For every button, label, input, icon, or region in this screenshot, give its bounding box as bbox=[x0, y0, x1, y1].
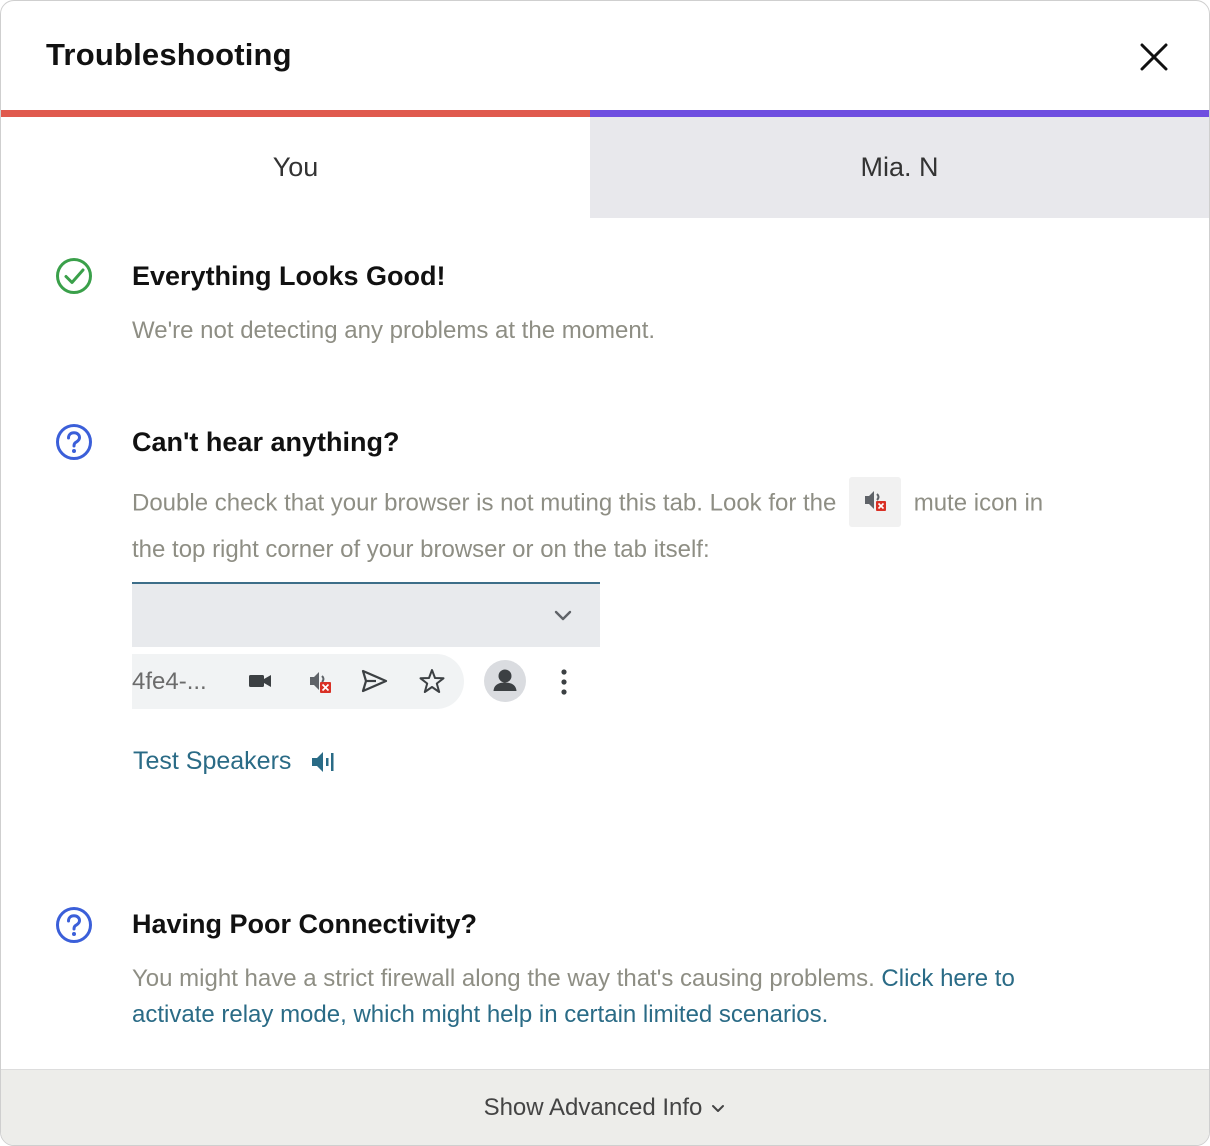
browser-mute-illustration: 4fe4-... bbox=[132, 582, 600, 710]
audio-text-line1: Double check that your browser is not mu… bbox=[132, 477, 1044, 529]
connectivity-text: You might have a strict firewall along t… bbox=[132, 965, 875, 992]
show-advanced-info-button[interactable]: Show Advanced Info bbox=[1, 1069, 1209, 1145]
dialog-header: Troubleshooting bbox=[1, 1, 1209, 110]
tab-you[interactable]: You bbox=[1, 110, 590, 218]
relay-mode-link-continued[interactable]: activate relay mode, which might help in… bbox=[132, 1001, 828, 1028]
status-text: We're not detecting any problems at the … bbox=[132, 317, 656, 344]
close-icon bbox=[1140, 43, 1168, 71]
tab-mia-n[interactable]: Mia. N bbox=[590, 110, 1209, 218]
send-icon bbox=[361, 669, 388, 693]
browser-omnibox: 4fe4-... bbox=[132, 654, 464, 709]
chevron-down-icon bbox=[554, 610, 572, 621]
mute-tab-icon bbox=[849, 477, 902, 527]
connectivity-text-line2: activate relay mode, which might help in… bbox=[132, 1001, 828, 1029]
tab-label: You bbox=[272, 152, 319, 182]
star-icon bbox=[419, 669, 445, 693]
troubleshooting-dialog: Troubleshooting You Mia. N Everything Lo… bbox=[0, 0, 1210, 1146]
avatar bbox=[484, 660, 526, 702]
person-icon bbox=[493, 669, 517, 691]
participant-tabs: You Mia. N bbox=[1, 110, 1209, 218]
relay-mode-link[interactable]: Click here to bbox=[881, 965, 1014, 992]
audio-text-before: Double check that your browser is not mu… bbox=[132, 489, 837, 517]
connectivity-title: Having Poor Connectivity? bbox=[132, 909, 478, 939]
speaker-icon bbox=[312, 751, 334, 772]
question-circle-icon bbox=[56, 907, 92, 943]
audio-text-after: mute icon in bbox=[913, 489, 1044, 517]
show-advanced-info-label: Show Advanced Info bbox=[483, 1094, 703, 1121]
check-circle-icon bbox=[56, 258, 92, 294]
browser-tabbar bbox=[132, 582, 600, 647]
more-vert-icon bbox=[561, 669, 567, 695]
dialog-title: Troubleshooting bbox=[46, 37, 292, 72]
video-camera-icon bbox=[249, 675, 271, 687]
chevron-down-icon bbox=[712, 1105, 725, 1112]
browser-url-text: 4fe4-... bbox=[132, 668, 207, 695]
audio-title: Can't hear anything? bbox=[132, 427, 400, 457]
connectivity-text-line1: You might have a strict firewall along t… bbox=[132, 965, 1015, 993]
test-speakers-label: Test Speakers bbox=[133, 747, 292, 775]
tab-label: Mia. N bbox=[860, 152, 939, 182]
close-button[interactable] bbox=[1134, 37, 1174, 77]
muted-speaker-icon bbox=[310, 672, 331, 693]
status-title: Everything Looks Good! bbox=[132, 261, 446, 291]
audio-text-line2: the top right corner of your browser or … bbox=[132, 536, 710, 563]
test-speakers-button[interactable]: Test Speakers bbox=[133, 747, 337, 776]
question-circle-icon bbox=[56, 424, 92, 460]
